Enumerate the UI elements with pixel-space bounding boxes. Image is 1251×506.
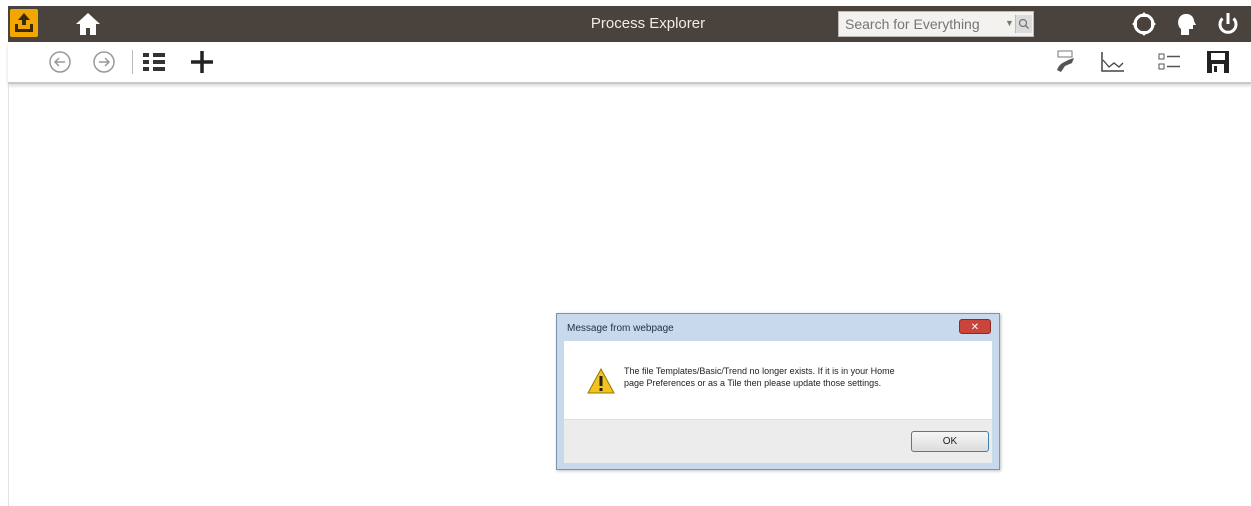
forward-arrow-icon[interactable] bbox=[90, 48, 118, 76]
search-dropdown-icon[interactable]: ▼ bbox=[1005, 18, 1014, 28]
dialog-message-line: The file Templates/Basic/Trend no longer… bbox=[624, 366, 895, 376]
home-icon[interactable] bbox=[74, 10, 102, 38]
dialog-footer: OK bbox=[564, 419, 992, 463]
top-bar: Process Explorer ▼ bbox=[8, 6, 1251, 42]
dialog-title: Message from webpage bbox=[567, 323, 674, 334]
dialog-message: The file Templates/Basic/Trend no longer… bbox=[624, 365, 964, 389]
ok-button[interactable]: OK bbox=[911, 431, 989, 452]
app-title: Process Explorer bbox=[590, 15, 706, 32]
magnifier-icon[interactable] bbox=[1015, 15, 1032, 33]
save-disk-icon[interactable] bbox=[1204, 48, 1232, 76]
search-input[interactable] bbox=[845, 15, 1005, 33]
dialog-body: The file Templates/Basic/Trend no longer… bbox=[564, 341, 992, 419]
dialog-close-button[interactable]: ✕ bbox=[959, 319, 991, 334]
warning-triangle-icon bbox=[586, 367, 616, 395]
message-dialog: Message from webpage ✕ The file Template… bbox=[556, 313, 1000, 470]
power-icon[interactable] bbox=[1214, 10, 1242, 38]
search-box[interactable]: ▼ bbox=[838, 11, 1034, 37]
toolbar bbox=[8, 42, 1251, 84]
user-head-icon[interactable] bbox=[1172, 10, 1200, 38]
toolbar-separator bbox=[132, 50, 133, 74]
checklist-icon[interactable] bbox=[1156, 48, 1184, 76]
plus-icon[interactable] bbox=[188, 48, 216, 76]
dialog-message-line: page Preferences or as a Tile then pleas… bbox=[624, 378, 882, 388]
back-arrow-icon[interactable] bbox=[46, 48, 74, 76]
upload-tray-icon[interactable] bbox=[10, 9, 38, 37]
expand-arrows-icon[interactable] bbox=[1130, 10, 1158, 38]
trend-chart-icon[interactable] bbox=[1098, 48, 1126, 76]
tree-list-icon[interactable] bbox=[140, 48, 168, 76]
help-hand-icon[interactable] bbox=[1052, 48, 1080, 76]
